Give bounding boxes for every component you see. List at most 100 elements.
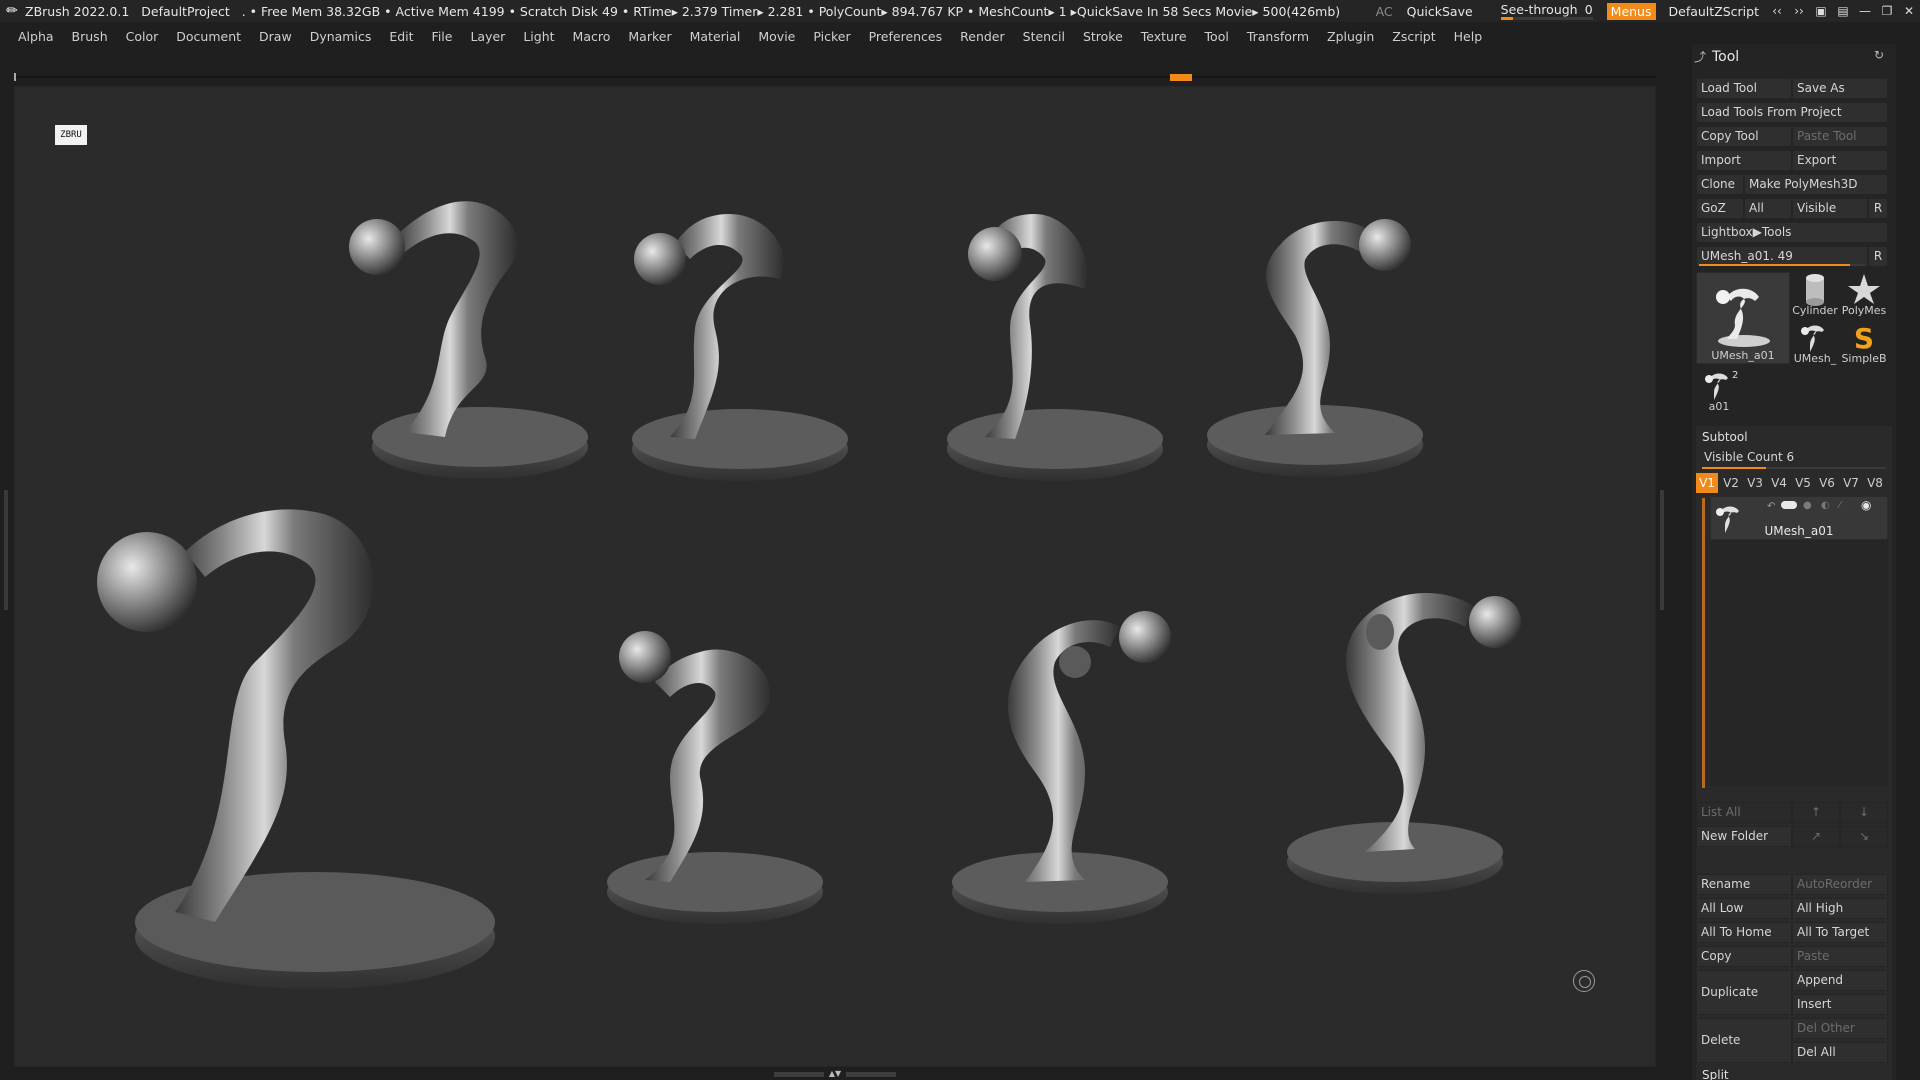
tab-v3[interactable]: V3 — [1744, 473, 1766, 493]
menu-texture[interactable]: Texture — [1141, 29, 1187, 44]
bottom-tray-handle[interactable]: ▲▼ — [770, 1070, 900, 1078]
menu-draw[interactable]: Draw — [259, 29, 292, 44]
menu-file[interactable]: File — [432, 29, 453, 44]
subtool-title[interactable]: Subtool — [1702, 430, 1748, 444]
see-through-slider[interactable]: See-through 0 — [1500, 2, 1593, 20]
split-subpalette[interactable]: Split — [1702, 1068, 1729, 1080]
paste-button[interactable]: Paste — [1792, 946, 1888, 967]
autoreorder-button[interactable]: AutoReorder — [1792, 874, 1888, 895]
menu-document[interactable]: Document — [176, 29, 241, 44]
zbrush-logo-icon[interactable]: ✏ — [3, 2, 21, 20]
canvas-viewport[interactable]: ZBRU — [14, 86, 1656, 1067]
menu-zplugin[interactable]: Zplugin — [1327, 29, 1374, 44]
pin-icon[interactable]: ⤴ — [1694, 48, 1710, 64]
tool-thumb-a01[interactable]: 2 a01 — [1696, 368, 1742, 414]
goz-button[interactable]: GoZ — [1696, 198, 1744, 219]
rename-button[interactable]: Rename — [1696, 874, 1792, 895]
ac-toggle[interactable]: AC — [1376, 4, 1393, 19]
right-tray-handle[interactable] — [1660, 490, 1664, 610]
make-polymesh3d-button[interactable]: Make PolyMesh3D — [1744, 174, 1888, 195]
tab-v6[interactable]: V6 — [1816, 473, 1838, 493]
copy-button[interactable]: Copy — [1696, 946, 1792, 967]
default-zscript-button[interactable]: DefaultZScript — [1669, 4, 1760, 19]
reset-icon[interactable]: ↻ — [1874, 48, 1890, 64]
tab-v7[interactable]: V7 — [1840, 473, 1862, 493]
menus-button[interactable]: Menus — [1606, 2, 1656, 20]
new-folder-button[interactable]: New Folder — [1696, 826, 1792, 847]
tool-thumb-simplebrush[interactable]: S SimpleB — [1840, 320, 1888, 366]
goz-r-button[interactable]: R — [1868, 198, 1888, 219]
save-as-button[interactable]: Save As — [1792, 78, 1888, 99]
quicksave-button[interactable]: QuickSave — [1407, 4, 1473, 19]
close-icon[interactable]: ✕ — [1898, 4, 1920, 18]
del-other-button[interactable]: Del Other — [1792, 1018, 1888, 1039]
menu-render[interactable]: Render — [960, 29, 1005, 44]
menu-zscript[interactable]: Zscript — [1392, 29, 1435, 44]
tool-thumb-cylinder[interactable]: Cylinder — [1792, 272, 1838, 318]
menu-tool[interactable]: Tool — [1205, 29, 1229, 44]
list-all-button[interactable]: List All — [1696, 802, 1792, 823]
goz-visible-button[interactable]: Visible — [1792, 198, 1868, 219]
visible-count-slider[interactable]: Visible Count 6 — [1700, 448, 1888, 469]
menu-light[interactable]: Light — [523, 29, 554, 44]
subtool-toggle-icon[interactable] — [1781, 501, 1797, 509]
import-button[interactable]: Import — [1696, 150, 1792, 171]
menu-material[interactable]: Material — [690, 29, 741, 44]
menu-movie[interactable]: Movie — [758, 29, 795, 44]
move-folder-down-icon[interactable]: ↘ — [1840, 826, 1888, 847]
help-window-icon[interactable]: ▣ — [1810, 4, 1832, 18]
menu-alpha[interactable]: Alpha — [18, 29, 54, 44]
tool-thumb-polymesh[interactable]: PolyMes — [1840, 272, 1888, 318]
minimize-icon[interactable]: — — [1854, 4, 1876, 18]
layout-columns-icon[interactable]: ›› — [1788, 4, 1810, 18]
subtool-halfcircle-icon[interactable]: ◐ — [1821, 500, 1830, 511]
paste-tool-button[interactable]: Paste Tool — [1792, 126, 1888, 147]
menu-macro[interactable]: Macro — [573, 29, 611, 44]
tab-v5[interactable]: V5 — [1792, 473, 1814, 493]
subtool-eye-icon[interactable]: ◉ — [1861, 498, 1871, 512]
maximize-icon[interactable]: ❐ — [1876, 4, 1898, 18]
copy-tool-button[interactable]: Copy Tool — [1696, 126, 1792, 147]
tab-v4[interactable]: V4 — [1768, 473, 1790, 493]
tray-toggle-icon[interactable]: ▲▼ — [826, 1070, 844, 1078]
menu-edit[interactable]: Edit — [389, 29, 413, 44]
lightbox-tools-button[interactable]: Lightbox▶Tools — [1696, 222, 1888, 243]
current-tool-r-button[interactable]: R — [1868, 246, 1888, 267]
tab-v8[interactable]: V8 — [1864, 473, 1886, 493]
timeline-marker[interactable] — [1170, 74, 1192, 81]
menu-dynamics[interactable]: Dynamics — [310, 29, 372, 44]
menu-layer[interactable]: Layer — [470, 29, 505, 44]
insert-button[interactable]: Insert — [1792, 994, 1888, 1015]
tab-v1[interactable]: V1 — [1696, 473, 1718, 493]
subtool-polygroup-icon[interactable]: ↶ — [1767, 501, 1775, 512]
tool-thumb-umesh-a01[interactable]: UMesh_a01 — [1696, 272, 1790, 364]
menu-brush[interactable]: Brush — [72, 29, 108, 44]
subtool-brush-icon[interactable]: ⁄ — [1839, 500, 1841, 511]
duplicate-button[interactable]: Duplicate — [1696, 970, 1792, 1015]
menu-preferences[interactable]: Preferences — [869, 29, 943, 44]
append-button[interactable]: Append — [1792, 970, 1888, 991]
current-tool-slider[interactable]: UMesh_a01. 49 — [1696, 246, 1868, 267]
navigation-gizmo-icon[interactable] — [1573, 970, 1595, 992]
all-to-home-button[interactable]: All To Home — [1696, 922, 1792, 943]
layout-arrows-icon[interactable]: ‹‹ — [1766, 4, 1788, 18]
menu-help[interactable]: Help — [1454, 29, 1483, 44]
delete-button[interactable]: Delete — [1696, 1018, 1792, 1063]
export-button[interactable]: Export — [1792, 150, 1888, 171]
tool-thumb-umesh[interactable]: UMesh_ — [1792, 320, 1838, 366]
menu-marker[interactable]: Marker — [628, 29, 671, 44]
all-to-target-button[interactable]: All To Target — [1792, 922, 1888, 943]
tab-v2[interactable]: V2 — [1720, 473, 1742, 493]
load-tools-from-project-button[interactable]: Load Tools From Project — [1696, 102, 1888, 123]
clone-button[interactable]: Clone — [1696, 174, 1744, 195]
menu-picker[interactable]: Picker — [813, 29, 850, 44]
floating-window-icon[interactable]: ▤ — [1832, 4, 1854, 18]
menu-transform[interactable]: Transform — [1247, 29, 1309, 44]
all-high-button[interactable]: All High — [1792, 898, 1888, 919]
subtool-item-umesh-a01[interactable]: ↶ ● ◐ ⁄ ◉ UMesh_a01 — [1710, 496, 1888, 540]
move-down-arrow-icon[interactable]: ↓ — [1840, 802, 1888, 823]
subtool-scrollbar[interactable] — [1702, 498, 1705, 788]
load-tool-button[interactable]: Load Tool — [1696, 78, 1792, 99]
left-tray-handle[interactable] — [4, 490, 8, 610]
all-low-button[interactable]: All Low — [1696, 898, 1792, 919]
